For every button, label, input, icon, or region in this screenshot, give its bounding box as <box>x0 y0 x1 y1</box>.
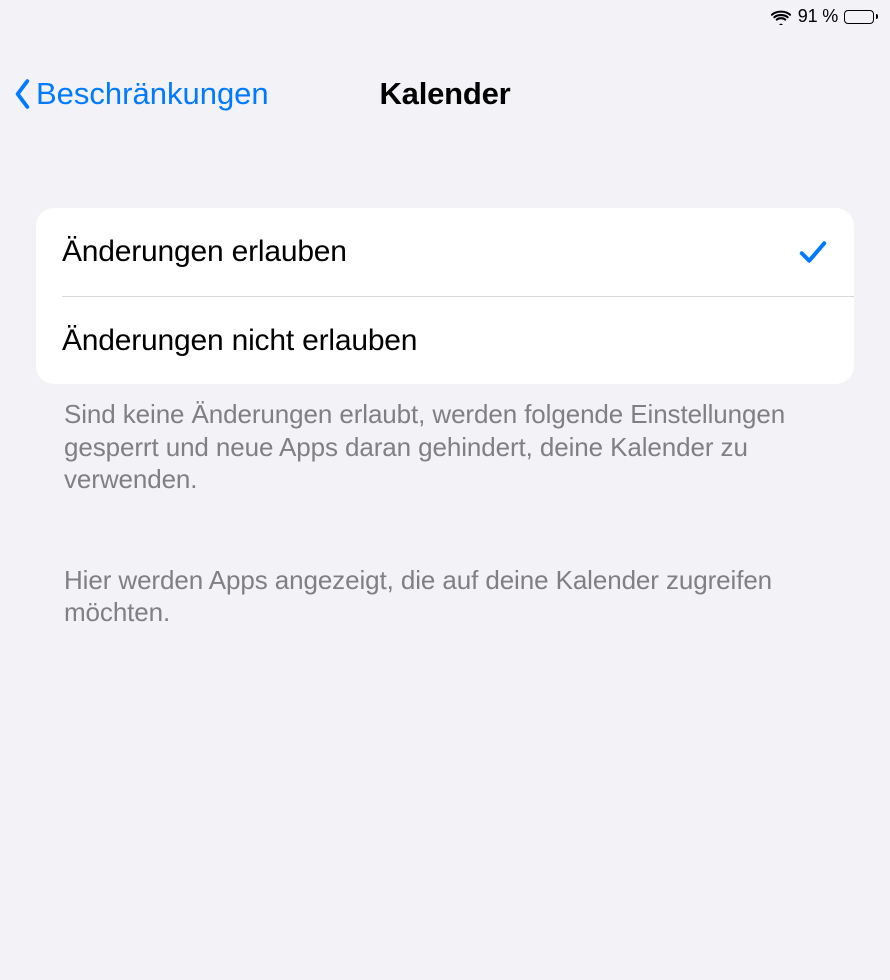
wifi-icon <box>770 9 792 25</box>
option-disallow-changes[interactable]: Änderungen nicht erlauben <box>62 296 854 384</box>
option-label: Änderungen erlauben <box>62 235 347 269</box>
back-label: Beschränkungen <box>36 76 269 112</box>
checkmark-icon <box>798 237 828 267</box>
battery-percent: 91 % <box>798 6 838 27</box>
option-label: Änderungen nicht erlauben <box>62 324 417 358</box>
option-allow-changes[interactable]: Änderungen erlauben <box>36 208 854 296</box>
back-button[interactable]: Beschränkungen <box>12 76 269 112</box>
status-bar: 91 % <box>770 6 878 27</box>
footer-text-1: Sind keine Änderungen erlaubt, werden fo… <box>36 384 854 496</box>
chevron-left-icon <box>12 79 34 109</box>
page-title: Kalender <box>379 76 510 112</box>
battery-icon <box>844 10 878 24</box>
footer-text-2: Hier werden Apps angezeigt, die auf dein… <box>36 550 854 629</box>
nav-bar: Beschränkungen Kalender <box>0 64 890 124</box>
content: Änderungen erlauben Änderungen nicht erl… <box>36 208 854 629</box>
options-group: Änderungen erlauben Änderungen nicht erl… <box>36 208 854 384</box>
